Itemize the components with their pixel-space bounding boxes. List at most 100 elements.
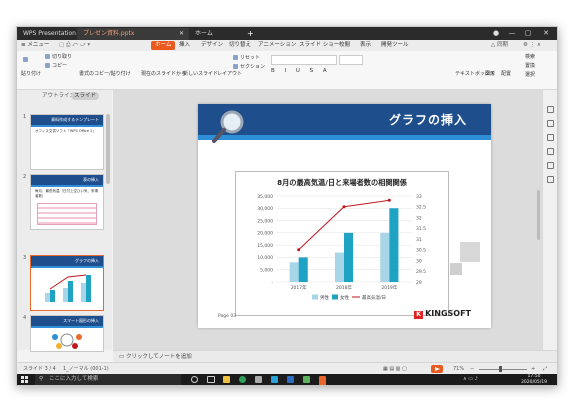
slide-title: グラフの挿入 (388, 113, 467, 127)
y-tick-right: 31 (416, 237, 422, 243)
new-tab-button[interactable]: + (241, 28, 255, 40)
maximize-icon[interactable]: ▢ (521, 27, 535, 40)
minimize-icon[interactable]: — (505, 27, 519, 40)
main-menu-label: メニュー (27, 42, 50, 48)
paste-button[interactable] (23, 57, 30, 64)
section-label: セクション (240, 64, 266, 70)
thumbnail-scrollbar[interactable] (106, 114, 110, 184)
shapes-button[interactable]: 図形 (485, 71, 495, 78)
tab-view[interactable]: 表示 (360, 40, 371, 51)
slide-footer-page: Page 03 (218, 314, 237, 319)
mail-icon[interactable] (287, 376, 294, 383)
y-tick-left: 10,000 (257, 255, 273, 261)
new-slide-button[interactable]: 新しいスライド (183, 71, 218, 78)
task-view-icon[interactable] (207, 376, 215, 383)
wps-presentation-icon[interactable] (319, 376, 326, 383)
tab-animation[interactable]: アニメーション (258, 40, 296, 51)
tab-home[interactable]: ホーム (189, 28, 239, 40)
tab-document[interactable]: プレゼン資料.pptx ✕ (77, 28, 189, 40)
text-format-buttons[interactable]: B I U S A (271, 68, 331, 74)
tab-design[interactable]: デザイン (201, 40, 223, 51)
app-icon[interactable] (303, 376, 310, 383)
font-size-select[interactable] (339, 55, 363, 65)
arrange-button[interactable]: 配置 (501, 71, 511, 78)
thumb-number: 2 (23, 174, 27, 180)
layout-button[interactable]: レイアウト (217, 71, 242, 78)
more-icon[interactable] (547, 176, 554, 183)
chart-object[interactable]: 8月の最高気温/日と来場者数の相関関係 35,000 30,000 25,000 20,… (235, 171, 449, 316)
section-button[interactable]: セクション (233, 64, 265, 71)
tab-wps-home[interactable]: WPS Presentation (17, 28, 77, 40)
vertical-scrollbar[interactable] (537, 190, 540, 240)
paste-label: 貼り付け (21, 71, 42, 77)
edge-icon[interactable] (271, 376, 278, 383)
reset-button[interactable]: リセット (233, 55, 260, 62)
shape-icon[interactable] (547, 162, 554, 169)
y-tick-right: 32.5 (416, 205, 426, 211)
tab-review[interactable]: 校閲 (339, 40, 350, 51)
main-menu-button[interactable]: ≡ メニュー (21, 40, 49, 51)
y-tick-right: 30 (416, 258, 422, 264)
legend-swatch (332, 294, 338, 300)
decor-square (460, 242, 480, 262)
tab-home-ribbon[interactable]: ホーム (151, 41, 176, 50)
select-button[interactable]: 選択 (525, 72, 535, 79)
zoom-slider[interactable] (479, 369, 527, 370)
windows-start-icon[interactable] (21, 376, 28, 383)
sync-button[interactable]: △ 同期 (491, 40, 508, 51)
format-painter-button[interactable]: 書式のコピー/貼り付け (79, 71, 131, 78)
properties-icon[interactable] (547, 106, 554, 113)
search-placeholder: ここに入力して検索 (49, 376, 99, 382)
logo-mark-icon: K (414, 311, 424, 319)
slide-canvas[interactable]: グラフの挿入 8月の最高気温/日と来場者数の相関関係 35,000 30,000 25… (113, 90, 542, 350)
avatar-icon[interactable]: ● (489, 27, 503, 40)
zoom-slider-thumb[interactable] (499, 366, 502, 372)
copy-button[interactable]: コピー (45, 63, 67, 70)
system-tray-icons[interactable]: ∧ ▭ ♪ (463, 374, 478, 385)
chrome-icon[interactable] (239, 376, 246, 383)
bar-female (389, 208, 399, 282)
store-icon[interactable] (255, 376, 262, 383)
copy-icon (45, 63, 50, 68)
quick-access-icons[interactable]: ▢ ⎙ ⤺ ⤻ ▾ (59, 40, 90, 51)
y-tick-right: 31.5 (416, 226, 426, 232)
taskbar-clock[interactable]: 17:50 2020/05/19 (521, 374, 547, 385)
slide-thumbnail-4[interactable]: スマート図形の挿入 (30, 315, 104, 352)
find-button[interactable]: 検索 (525, 54, 535, 61)
tab-developer[interactable]: 開発ツール (381, 40, 409, 51)
play-slideshow-button[interactable] (431, 365, 443, 373)
reset-label: リセット (240, 55, 261, 61)
settings-icon[interactable]: ⚙ ⋮ ∧ (523, 40, 541, 51)
slide-thumbnail-1[interactable]: 資料作成するテンプレート オフィス文書ソフト「WPS Office 2」 (30, 114, 104, 170)
font-family-select[interactable] (271, 55, 337, 65)
cortana-icon[interactable] (191, 376, 198, 383)
scissors-icon (45, 54, 50, 59)
format-icon[interactable] (547, 148, 554, 155)
close-window-icon[interactable]: ✕ (539, 27, 553, 40)
replace-button[interactable]: 置換 (525, 63, 535, 70)
legend-label: 男性 (320, 294, 329, 301)
notes-area[interactable]: ▭ クリックしてノートを追加 (113, 350, 557, 362)
taskbar-search-box[interactable]: ⚲ ここに入力して検索 (35, 374, 181, 385)
slide-thumbnail-3[interactable]: グラフの挿入 (30, 255, 104, 311)
tab-slides[interactable]: スライド (71, 92, 100, 100)
file-explorer-icon[interactable] (223, 376, 230, 383)
y-tick-right: 29.5 (416, 269, 426, 275)
slide-thumbnail-panel: 1 資料作成するテンプレート オフィス文書ソフト「WPS Office 2」 2… (17, 102, 112, 352)
cut-button[interactable]: 切り取り (45, 54, 72, 61)
search-icon: ⚲ (39, 376, 44, 382)
tab-insert[interactable]: 挿入 (179, 40, 190, 51)
current-slide[interactable]: グラフの挿入 8月の最高気温/日と来場者数の相関関係 35,000 30,000 25… (198, 104, 491, 328)
slide-thumbnail-2[interactable]: 表の挿入 毎月、最低気温（日付上空ひい気、来場者数） (30, 174, 104, 230)
y-tick-left: 35,000 (257, 194, 273, 200)
close-tab-icon[interactable]: ✕ (179, 28, 184, 40)
from-current-slide-button[interactable]: 現在のスライドから (141, 71, 186, 78)
transition-icon[interactable] (547, 134, 554, 141)
tab-slideshow[interactable]: スライド ショー (299, 40, 339, 51)
thumb-title: 表の挿入 (31, 175, 103, 185)
thumb-number: 3 (23, 255, 27, 261)
thumb-number: 1 (23, 114, 27, 120)
line-point (387, 198, 391, 202)
animation-pane-icon[interactable] (547, 120, 554, 127)
tab-transitions[interactable]: 切り替え (229, 40, 251, 51)
